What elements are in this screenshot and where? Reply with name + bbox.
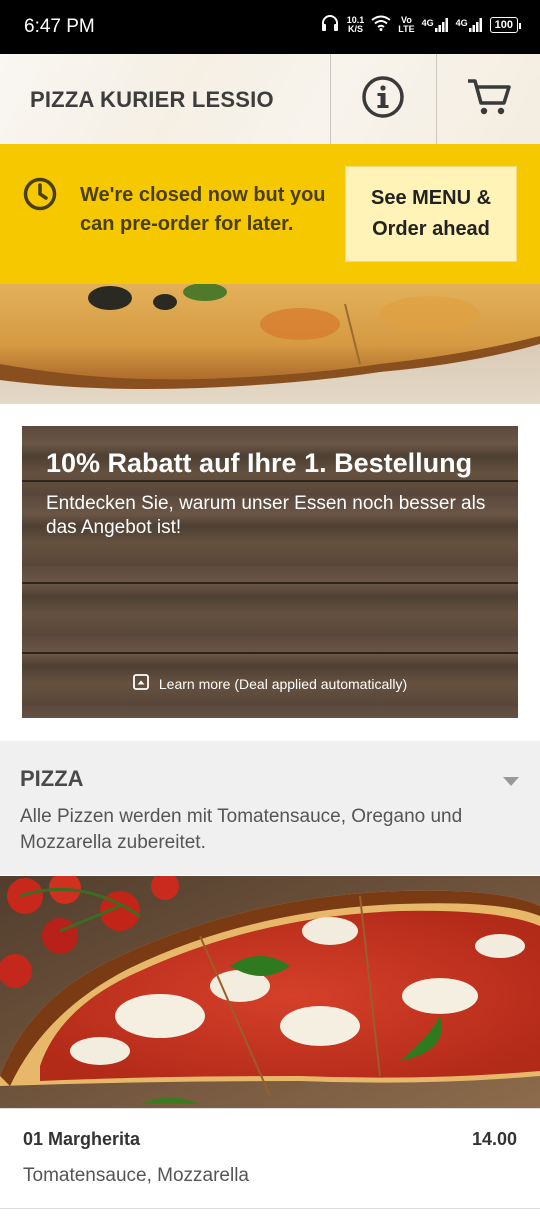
category-title: PIZZA xyxy=(20,766,84,791)
deal-card[interactable]: 10% Rabatt auf Ihre 1. Bestellung Entdec… xyxy=(22,426,518,718)
cart-button[interactable] xyxy=(436,54,540,144)
item-price: 14.00 xyxy=(471,1129,517,1149)
hero-pizza-image xyxy=(0,284,540,404)
signal-4g-2: 4G xyxy=(455,17,483,32)
wood-plank-line xyxy=(22,480,518,482)
wood-plank-line xyxy=(22,582,518,584)
signal-type-1: 4G xyxy=(421,17,434,28)
item-name: 01 Margherita xyxy=(23,1129,141,1149)
menu-item-row[interactable]: 01 Margherita 14.00 Tomatensauce, Mozzar… xyxy=(0,1108,540,1219)
volte-bottom: LTE xyxy=(398,23,415,34)
status-bar: 6:47 PM 10.1 K/S Vo LTE 4G 4G 100 xyxy=(0,0,540,54)
info-icon xyxy=(361,75,405,124)
volte-indicator: Vo LTE xyxy=(398,15,415,34)
deal-subtitle: Entdecken Sie, warum unser Essen noch be… xyxy=(46,493,486,538)
battery-indicator: 100 xyxy=(489,16,522,33)
cart-icon xyxy=(466,77,512,122)
item-description: Tomatensauce, Mozzarella xyxy=(23,1165,249,1186)
divider xyxy=(0,1208,540,1209)
see-menu-order-ahead-button[interactable]: See MENU & Order ahead xyxy=(345,166,517,262)
app-header: PIZZA KURIER LESSIO xyxy=(0,54,540,144)
signal-4g-1: 4G xyxy=(421,17,449,32)
clock-icon xyxy=(22,176,58,217)
net-speed-unit: K/S xyxy=(347,23,363,34)
chevron-down-icon[interactable] xyxy=(503,774,519,792)
restaurant-title: PIZZA KURIER LESSIO xyxy=(30,87,274,112)
margherita-image[interactable] xyxy=(0,876,540,1108)
category-pizza[interactable]: PIZZA Alle Pizzen werden mit Tomatensauc… xyxy=(0,741,540,875)
deal-learn-more-link[interactable]: Learn more (Deal applied automatically) xyxy=(22,674,518,693)
category-description: Alle Pizzen werden mit Tomatensauce, Ore… xyxy=(20,806,463,853)
deal-title: 10% Rabatt auf Ihre 1. Bestellung xyxy=(46,448,473,478)
closed-banner: We're closed now but you can pre-order f… xyxy=(0,144,540,284)
wood-plank-line xyxy=(22,652,518,654)
signal-type-2: 4G xyxy=(455,17,468,28)
info-button[interactable] xyxy=(330,54,435,144)
headphones-icon xyxy=(320,14,340,35)
status-time: 6:47 PM xyxy=(24,16,95,37)
closed-message: We're closed now but you can pre-order f… xyxy=(80,184,326,235)
deal-learn-more-text: Learn more (Deal applied automatically) xyxy=(158,675,408,692)
expand-up-icon xyxy=(132,674,149,693)
status-icons: 10.1 K/S Vo LTE 4G 4G 100 xyxy=(320,14,522,35)
net-speed: 10.1 K/S xyxy=(347,15,365,34)
wifi-icon xyxy=(371,15,391,34)
